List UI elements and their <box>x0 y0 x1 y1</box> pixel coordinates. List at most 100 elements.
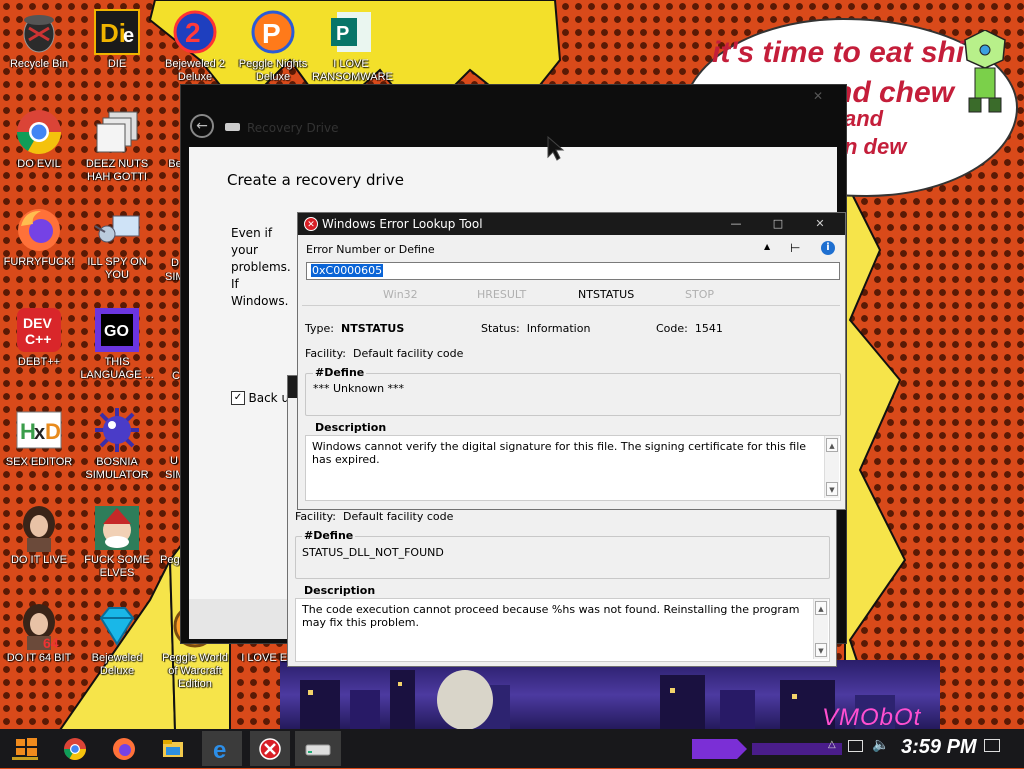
desktop-icon-label: Bejeweled Deluxe <box>91 652 143 677</box>
scroll-up-icon[interactable]: ▲ <box>815 601 827 615</box>
diamond-icon <box>93 602 141 650</box>
wallpaper-watermark: VMObOt <box>822 704 922 731</box>
svg-text:x: x <box>34 422 45 444</box>
hxd-icon: HxD <box>15 406 63 454</box>
scroll-down-icon[interactable]: ▼ <box>826 482 838 496</box>
desktop-icon-label: DO IT 64 BIT <box>6 652 72 664</box>
publisher-icon: P <box>327 8 375 56</box>
desktop-icon-peggle-nights[interactable]: P Peggle Nights Deluxe <box>234 8 312 84</box>
desktop-icon-bosnia[interactable]: BOSNIA SIMULATOR <box>78 406 156 482</box>
desktop-icon-label: Peggle Nights Deluxe <box>238 58 308 83</box>
description-box[interactable]: Windows cannot verify the digital signat… <box>305 435 841 501</box>
desktop-icon-do-evil[interactable]: DO EVIL <box>0 108 78 171</box>
desktop-icon-bejeweled[interactable]: Bejeweled Deluxe <box>78 602 156 678</box>
tab-hresult[interactable]: HRESULT <box>477 288 526 301</box>
error-app-icon: ✕ <box>304 217 318 231</box>
desktop-icon-label: FUCK SOME ELVES <box>84 554 150 579</box>
taskbar-edge-icon[interactable]: e <box>202 731 242 766</box>
desktop-icon-do-it-64[interactable]: 64 DO IT 64 BIT <box>0 602 78 665</box>
network-icon[interactable] <box>848 740 863 752</box>
recovery-titlebar: ← Recovery Drive ✕ <box>181 85 846 145</box>
taskbar: e △ 🔈 3:59 PM <box>0 729 1024 768</box>
taskbar-recovery-drive-icon[interactable] <box>295 731 341 766</box>
error-code-input[interactable]: 0xC0000605 <box>306 262 840 280</box>
scroll-up-icon[interactable]: ▲ <box>826 438 838 452</box>
status-row: Status: Information <box>481 322 591 335</box>
description-scrollbar[interactable]: ▲ ▼ <box>824 436 839 498</box>
volume-icon[interactable]: 🔈 <box>872 737 889 753</box>
checkbox-checked-icon: ✓ <box>231 391 245 405</box>
desktop-icon-ransomware[interactable]: P I LOVE RANSOMWARE <box>312 8 393 84</box>
desktop-icon-label: THIS LANGUAGE ... <box>80 356 154 381</box>
desktop-icon-partial[interactable]: Pegg <box>160 554 182 567</box>
desktop-icon-furryfuck[interactable]: FURRYFUCK! <box>0 206 78 269</box>
svg-text:C++: C++ <box>25 331 51 347</box>
taskbar-firefox-icon[interactable] <box>104 731 144 766</box>
network-spy-icon <box>93 206 141 254</box>
desktop-icon-partial[interactable]: SIM <box>165 469 181 482</box>
description-box[interactable]: The code execution cannot proceed becaus… <box>295 598 830 662</box>
desktop-icon-label: ILL SPY ON YOU <box>87 256 147 281</box>
devcpp-icon: DEV C++ <box>15 306 63 354</box>
desktop-icon-label: SEX EDITOR <box>5 456 73 468</box>
bejeweled2-icon: 2 <box>171 8 219 56</box>
tray-chevron-icon[interactable]: △ <box>828 739 836 750</box>
pin-icon[interactable]: ⊢ <box>790 241 800 255</box>
desktop-icon-do-it-live[interactable]: DO IT LIVE <box>0 504 78 567</box>
cartoon-character-icon <box>964 30 1006 113</box>
tab-stop[interactable]: STOP <box>685 288 714 301</box>
collapse-arrow-icon[interactable]: ▲ <box>764 242 770 251</box>
taskbar-chrome-icon[interactable] <box>55 731 95 766</box>
svg-text:DEV: DEV <box>23 315 52 331</box>
notification-icon[interactable] <box>984 739 1000 752</box>
close-button[interactable]: ✕ <box>802 213 838 235</box>
error-lookup-window: ✕ Windows Error Lookup Tool — □ ✕ Error … <box>297 212 846 510</box>
taskbar-file-explorer-icon[interactable] <box>153 731 193 766</box>
desktop-icon-spy[interactable]: ILL SPY ON YOU <box>78 206 156 282</box>
description-scrollbar[interactable]: ▲ ▼ <box>813 599 828 659</box>
status-value: Information <box>526 322 591 335</box>
svg-text:e: e <box>213 737 226 764</box>
info-icon[interactable]: i <box>821 241 835 255</box>
scroll-down-icon[interactable]: ▼ <box>815 643 827 657</box>
define-group-title: #Define <box>302 529 356 542</box>
desktop-icon-label: DEEZ NUTS HAH GOTTI <box>85 158 149 183</box>
start-button[interactable] <box>6 731 46 766</box>
speech-line-1: it's time to eat shi <box>712 36 965 69</box>
desktop-icon-die[interactable]: Di e DIE <box>78 8 156 71</box>
desktop-icon-sex-editor[interactable]: HxD SEX EDITOR <box>0 406 78 469</box>
tab-win32[interactable]: Win32 <box>383 288 418 301</box>
desktop-icon-deez-nuts[interactable]: DEEZ NUTS HAH GOTTI <box>78 108 156 184</box>
desktop-icon-label: Peggle World of Warcraft Edition <box>162 652 228 690</box>
recovery-heading: Create a recovery drive <box>227 171 404 189</box>
svg-text:P: P <box>262 18 281 49</box>
field-label: Error Number or Define <box>306 243 435 256</box>
desktop-icon-recycle-bin[interactable]: Recycle Bin <box>0 8 78 71</box>
define-value: STATUS_DLL_NOT_FOUND <box>302 546 444 559</box>
maximize-button[interactable]: □ <box>760 213 796 235</box>
desktop-icon-partial[interactable]: U <box>168 455 180 468</box>
desktop-icon-this-language[interactable]: GO THIS LANGUAGE ... <box>78 306 156 382</box>
define-group-title: #Define <box>313 366 367 379</box>
minimize-button[interactable]: — <box>718 213 754 235</box>
die-app-icon: Di e <box>93 8 141 56</box>
speech-line-2: nd chew <box>834 76 955 109</box>
taskbar-error-lookup-icon[interactable] <box>250 731 290 766</box>
clock[interactable]: 3:59 PM <box>901 736 977 759</box>
desktop-icon-elves[interactable]: FUCK SOME ELVES <box>78 504 156 580</box>
description-text: The code execution cannot proceed becaus… <box>302 603 800 629</box>
type-value: NTSTATUS <box>340 322 405 335</box>
svg-text:64: 64 <box>43 635 59 650</box>
tab-ntstatus[interactable]: NTSTATUS <box>578 288 634 301</box>
desktop-icon-debt[interactable]: DEV C++ DEBT++ <box>0 306 78 369</box>
desktop-icon-partial[interactable]: SIM <box>165 271 181 284</box>
titlebar: ✕ Windows Error Lookup Tool — □ ✕ <box>298 213 845 235</box>
svg-text:GO: GO <box>104 323 129 340</box>
desktop-icon-label: FURRYFUCK! <box>3 256 75 268</box>
description-text: Windows cannot verify the digital signat… <box>312 440 807 466</box>
back-arrow-button[interactable]: ← <box>190 114 214 138</box>
close-button[interactable]: ✕ <box>807 89 829 107</box>
desktop-icon-bejeweled2[interactable]: 2 Bejeweled 2 Deluxe <box>156 8 234 84</box>
svg-text:2: 2 <box>185 17 201 48</box>
define-value: *** Unknown *** <box>313 382 405 395</box>
